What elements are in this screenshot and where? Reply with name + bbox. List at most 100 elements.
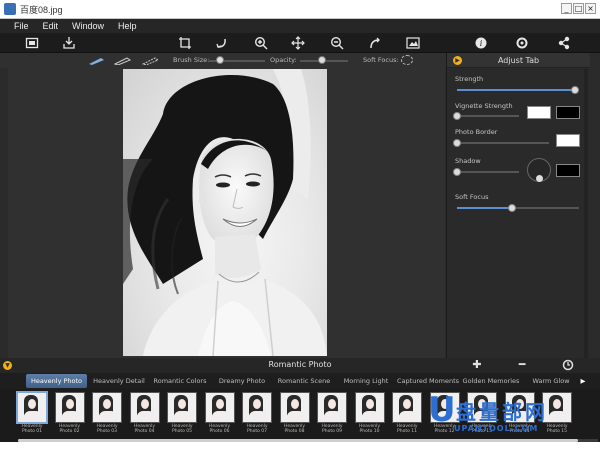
brush-size-label: Brush Size:: [173, 56, 210, 64]
window-controls: _ □ ×: [561, 3, 596, 14]
shadow-knob[interactable]: [453, 168, 461, 176]
preset-thumbnail-image[interactable]: [92, 392, 122, 423]
zoom-out-icon[interactable]: [330, 36, 344, 50]
preset-thumbnail[interactable]: Heavenly Photo 06: [204, 392, 235, 438]
preset-thumbnail-caption-bottom: Photo 01: [22, 429, 42, 434]
thumbnail-body: [324, 411, 342, 422]
preset-thumbnail-image[interactable]: [392, 392, 422, 423]
preset-thumbnail-caption-bottom: Photo 02: [59, 429, 80, 434]
tabs-next-arrow-icon[interactable]: ▶: [578, 374, 588, 388]
tab-heavenly-detail[interactable]: Heavenly Detail: [90, 374, 148, 388]
soft-focus-knob[interactable]: [507, 204, 516, 212]
preset-thumbnail-image[interactable]: [354, 392, 385, 423]
menu-edit[interactable]: Edit: [43, 21, 59, 31]
brush-soft-icon[interactable]: [141, 56, 160, 66]
opacity-knob[interactable]: [317, 56, 326, 64]
vignette-color-swatch-1[interactable]: [527, 106, 551, 119]
vignette-label: Vignette Strength: [455, 102, 513, 110]
share-icon[interactable]: [557, 36, 571, 50]
brush-size-knob[interactable]: [216, 56, 225, 64]
tab-romantic-scene[interactable]: Romantic Scene: [274, 374, 334, 388]
preset-thumbnail-caption-bottom: Photo 07: [247, 429, 267, 434]
preset-thumbnail[interactable]: Heavenly Photo 03: [92, 392, 122, 438]
tab-heavenly-photo[interactable]: Heavenly Photo: [26, 374, 87, 388]
thumbnail-body: [24, 411, 42, 422]
history-icon[interactable]: [562, 359, 574, 371]
fit-screen-icon[interactable]: [25, 36, 39, 50]
shadow-angle-handle[interactable]: [536, 175, 543, 182]
shadow-angle-dial[interactable]: [527, 158, 551, 182]
brush-paint-icon[interactable]: [88, 56, 104, 65]
preset-thumbnail-image[interactable]: [279, 392, 310, 423]
panel-scrollbar[interactable]: [584, 69, 588, 358]
image-canvas[interactable]: [8, 68, 445, 358]
adjust-panel: ▶ Adjust Tab Strength Vignette Strength …: [446, 53, 590, 358]
preset-thumbnail[interactable]: Heavenly Photo 05: [167, 392, 197, 438]
photo-border-color-swatch[interactable]: [556, 134, 580, 147]
tab-dreamy-photo[interactable]: Dreamy Photo: [212, 374, 272, 388]
thumbnail-face: [365, 399, 374, 409]
settings-icon[interactable]: [515, 36, 529, 50]
preset-thumbnail-image[interactable]: [17, 392, 47, 423]
remove-preset-icon[interactable]: ━: [516, 359, 528, 371]
preset-thumbnail[interactable]: Heavenly Photo 04: [129, 392, 160, 438]
close-button[interactable]: ×: [585, 3, 596, 14]
tab-romantic-colors[interactable]: Romantic Colors: [151, 374, 209, 388]
tab-morning-light[interactable]: Morning Light: [337, 374, 395, 388]
info-icon[interactable]: i: [474, 36, 488, 50]
preset-thumbnail-caption: Heavenly Photo 05: [167, 424, 197, 434]
thumbnail-face: [140, 399, 149, 409]
svg-text:i: i: [480, 39, 483, 48]
preset-thumbnail[interactable]: Heavenly Photo 01: [17, 392, 47, 438]
zoom-in-icon[interactable]: [254, 36, 268, 50]
thumbnail-body: [99, 411, 117, 422]
thumbnail-face: [65, 399, 74, 409]
photo-border-slider[interactable]: [457, 142, 549, 144]
add-preset-icon[interactable]: ✚: [471, 359, 483, 371]
preset-thumbnail[interactable]: Heavenly Photo 07: [242, 392, 272, 438]
preset-thumbnail[interactable]: Heavenly Photo 10: [354, 392, 385, 438]
save-icon[interactable]: [62, 36, 76, 50]
menu-file[interactable]: File: [14, 21, 29, 31]
strength-knob[interactable]: [571, 86, 580, 94]
window-title: 百度08.jpg: [20, 4, 63, 15]
preset-thumbnail-image[interactable]: [242, 392, 272, 423]
preset-thumbnail[interactable]: Heavenly Photo 09: [317, 392, 347, 438]
brush-erase-icon[interactable]: [113, 56, 132, 66]
menu-help[interactable]: Help: [118, 21, 137, 31]
preset-thumbnail[interactable]: Heavenly Photo 11: [392, 392, 422, 438]
menu-window[interactable]: Window: [72, 21, 104, 31]
redo-icon[interactable]: [368, 36, 382, 50]
minimize-button[interactable]: _: [561, 3, 572, 14]
preset-thumbnail-image[interactable]: [129, 392, 160, 423]
crop-icon[interactable]: [178, 36, 192, 50]
preset-thumbnail-image[interactable]: [54, 392, 85, 423]
photo-preview[interactable]: [123, 69, 327, 356]
thumbnail-body: [249, 411, 267, 422]
vignette-knob[interactable]: [453, 112, 461, 120]
preset-thumbnail-caption: Heavenly Photo 11: [392, 424, 422, 434]
compare-icon[interactable]: [406, 36, 420, 50]
preset-thumbnail-image[interactable]: [204, 392, 235, 423]
photo-border-knob[interactable]: [453, 139, 461, 147]
tab-golden-memories[interactable]: Golden Memories: [460, 374, 522, 388]
shadow-color-swatch[interactable]: [556, 164, 580, 177]
preset-thumbnail-image[interactable]: [167, 392, 197, 423]
tab-warm-glow[interactable]: Warm Glow: [528, 374, 574, 388]
thumbnail-body: [286, 411, 305, 422]
vignette-slider[interactable]: [457, 115, 519, 117]
preset-thumbnail-image[interactable]: [317, 392, 347, 423]
vignette-color-swatch-2[interactable]: [556, 106, 580, 119]
preset-thumbnail-caption-bottom: Photo 06: [209, 429, 230, 434]
tab-captured-moments[interactable]: Captured Moments: [397, 374, 459, 388]
shadow-slider[interactable]: [457, 171, 519, 173]
soft-focus-icon[interactable]: [401, 55, 413, 65]
watermark-text: 盘量部网: [456, 400, 548, 424]
preset-thumbnail[interactable]: Heavenly Photo 08: [279, 392, 310, 438]
thumbnail-face: [178, 399, 186, 409]
undo-icon[interactable]: [215, 36, 229, 50]
preset-thumbnail[interactable]: Heavenly Photo 02: [54, 392, 85, 438]
maximize-button[interactable]: □: [573, 3, 584, 14]
thumbnail-face: [253, 399, 261, 409]
pan-icon[interactable]: [291, 36, 305, 50]
